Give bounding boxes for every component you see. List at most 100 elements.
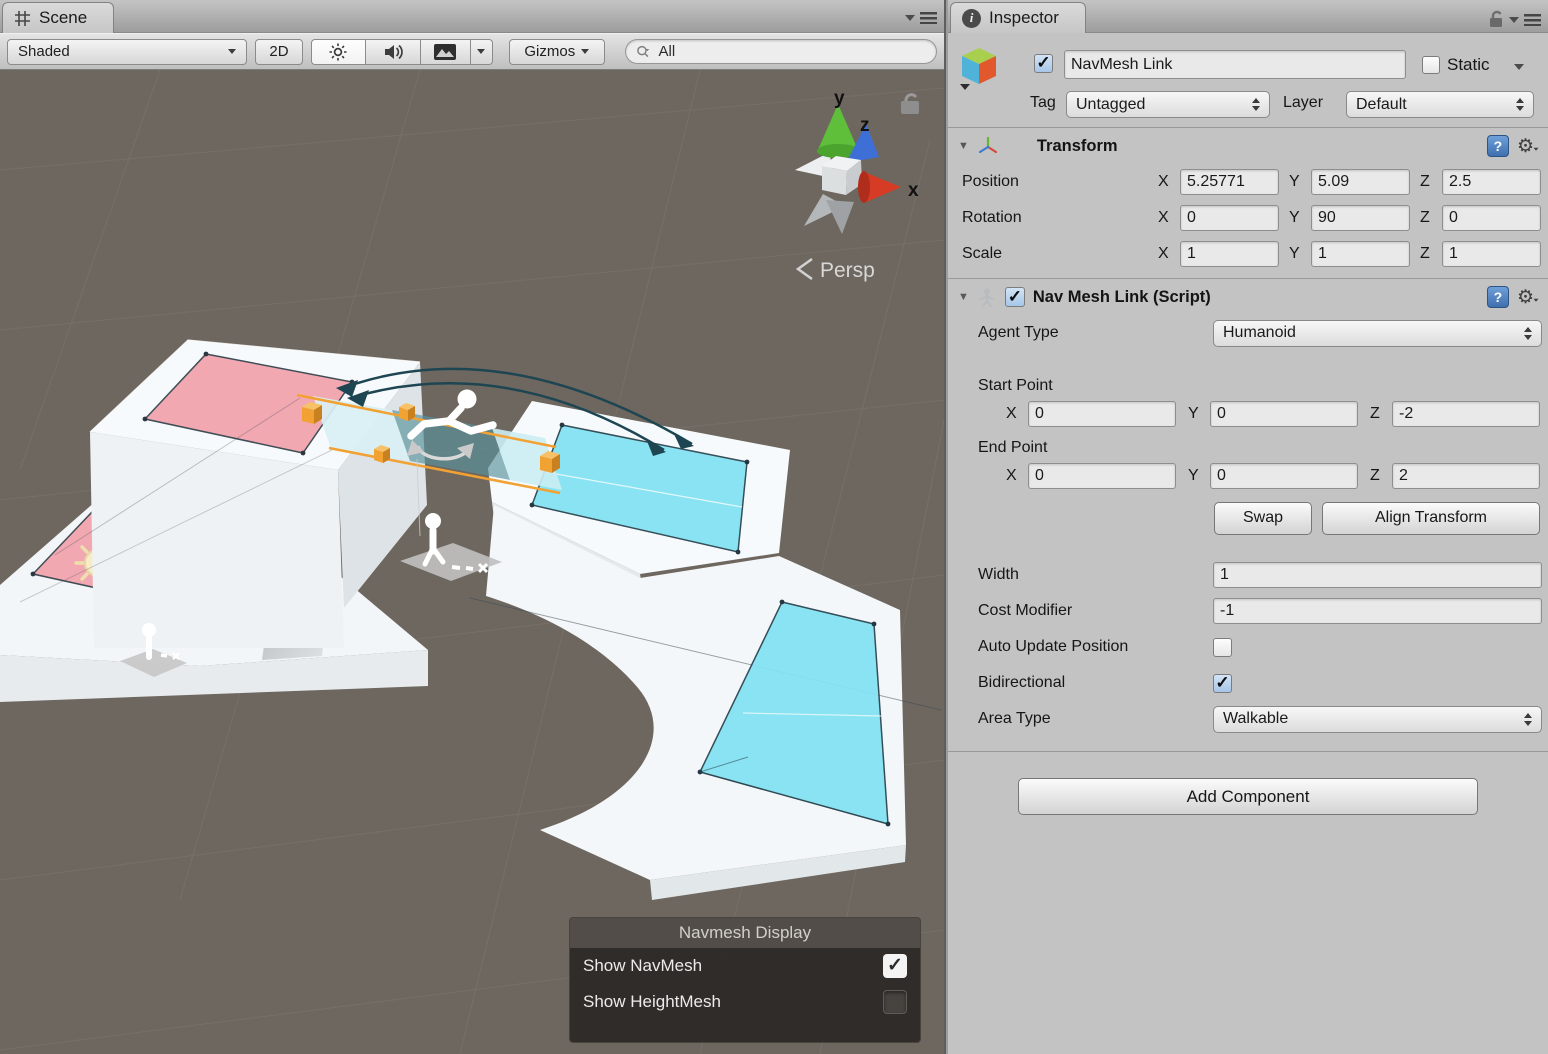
toggle-2d-button[interactable]: 2D xyxy=(255,39,302,65)
effects-toggle-button[interactable] xyxy=(421,39,471,65)
scene-search-field[interactable] xyxy=(625,39,937,64)
bidirectional-checkbox[interactable] xyxy=(1213,674,1232,693)
image-icon xyxy=(433,43,457,61)
end-x-field[interactable] xyxy=(1028,463,1176,489)
speaker-icon xyxy=(382,42,404,62)
scale-z-field[interactable] xyxy=(1442,241,1541,267)
panel-menu-icon[interactable] xyxy=(920,12,937,24)
tag-value: Untagged xyxy=(1076,96,1145,114)
agent-type-row: Agent Type Humanoid xyxy=(948,315,1548,351)
foldout-icon[interactable]: ▼ xyxy=(958,291,969,303)
persp-label[interactable]: Persp xyxy=(820,259,875,282)
axis-y-label: Y xyxy=(1289,245,1311,263)
gizmos-dropdown[interactable]: Gizmos xyxy=(509,39,605,65)
gameobject-enabled-checkbox[interactable] xyxy=(1034,54,1053,73)
agent-type-dropdown[interactable]: Humanoid xyxy=(1213,320,1542,347)
start-point-row: X Y Z xyxy=(948,397,1548,431)
lighting-toggle-button[interactable] xyxy=(311,39,366,65)
inspector-panel: i Inspector Static xyxy=(948,0,1548,1054)
layer-dropdown[interactable]: Default xyxy=(1346,91,1534,118)
search-icon xyxy=(636,44,652,60)
scale-row: Scale X Y Z xyxy=(948,236,1548,272)
show-heightmesh-checkbox[interactable] xyxy=(883,990,907,1014)
axis-y-label: Y xyxy=(1289,173,1311,191)
align-transform-button[interactable]: Align Transform xyxy=(1322,502,1540,535)
help-icon[interactable]: ? xyxy=(1487,135,1509,157)
auto-update-checkbox[interactable] xyxy=(1213,638,1232,657)
position-y-field[interactable] xyxy=(1311,169,1410,195)
updown-arrows-icon xyxy=(1252,98,1260,111)
scene-view-toggles xyxy=(311,39,493,65)
scene-panel: Scene Shaded 2D xyxy=(0,0,946,1054)
gear-icon[interactable]: ⚙ xyxy=(1517,137,1540,156)
width-field[interactable] xyxy=(1213,562,1542,588)
foldout-icon[interactable]: ▼ xyxy=(958,140,969,152)
axis-y-label: Y xyxy=(1289,209,1311,227)
end-y-field[interactable] xyxy=(1210,463,1358,489)
shading-mode-dropdown[interactable]: Shaded xyxy=(7,39,247,65)
info-icon: i xyxy=(962,9,981,28)
axis-x-label[interactable]: x xyxy=(908,180,919,201)
scene-tab-label: Scene xyxy=(39,8,87,28)
transform-header[interactable]: ▼ Transform ? ⚙ xyxy=(948,128,1548,164)
start-z-field[interactable] xyxy=(1392,401,1540,427)
updown-arrows-icon xyxy=(1516,98,1524,111)
rotation-z-field[interactable] xyxy=(1442,205,1541,231)
rotation-row: Rotation X Y Z xyxy=(948,200,1548,236)
start-x-field[interactable] xyxy=(1028,401,1176,427)
axis-x-label: X xyxy=(1006,467,1028,485)
scale-x-field[interactable] xyxy=(1180,241,1279,267)
help-icon[interactable]: ? xyxy=(1487,286,1509,308)
panel-dropdown-icon[interactable] xyxy=(1509,17,1519,28)
show-navmesh-label: Show NavMesh xyxy=(583,956,702,976)
tab-inspector[interactable]: i Inspector xyxy=(950,2,1086,33)
component-enabled-checkbox[interactable] xyxy=(1005,287,1025,307)
position-label: Position xyxy=(962,173,1158,191)
gizmos-label: Gizmos xyxy=(524,43,575,60)
area-type-value: Walkable xyxy=(1223,710,1288,728)
navmeshlink-component: ▼ Nav Mesh Link (Script) ? ⚙ Agent Type … xyxy=(948,279,1548,752)
search-input[interactable] xyxy=(656,42,926,61)
static-dropdown-icon[interactable] xyxy=(1514,64,1524,75)
gameobject-cube-icon[interactable] xyxy=(956,44,1002,92)
area-type-dropdown[interactable]: Walkable xyxy=(1213,706,1542,733)
start-y-field[interactable] xyxy=(1210,401,1358,427)
static-checkbox[interactable] xyxy=(1422,56,1440,74)
add-component-button[interactable]: Add Component xyxy=(1018,778,1478,815)
cost-modifier-field[interactable] xyxy=(1213,598,1542,624)
axis-x-label: X xyxy=(1006,405,1028,423)
navmeshlink-header[interactable]: ▼ Nav Mesh Link (Script) ? ⚙ xyxy=(948,279,1548,315)
panel-dropdown-icon[interactable] xyxy=(905,15,915,26)
position-x-field[interactable] xyxy=(1180,169,1279,195)
rotation-x-field[interactable] xyxy=(1180,205,1279,231)
scene-viewport[interactable]: y z x Persp Navmesh Display Show N xyxy=(0,70,944,1054)
auto-update-label: Auto Update Position xyxy=(978,638,1213,656)
position-z-field[interactable] xyxy=(1442,169,1541,195)
axis-y-label[interactable]: y xyxy=(834,88,845,109)
gear-icon[interactable]: ⚙ xyxy=(1517,288,1540,307)
navmeshlink-title: Nav Mesh Link (Script) xyxy=(1033,288,1211,307)
end-z-field[interactable] xyxy=(1392,463,1540,489)
updown-arrows-icon xyxy=(1524,327,1532,340)
swap-button[interactable]: Swap xyxy=(1214,502,1312,535)
scene-panel-menu[interactable] xyxy=(905,10,937,26)
transform-component: ▼ Transform ? ⚙ Position X xyxy=(948,128,1548,279)
tab-scene[interactable]: Scene xyxy=(2,2,114,33)
lock-icon[interactable] xyxy=(1488,10,1504,29)
show-navmesh-checkbox[interactable] xyxy=(883,954,907,978)
inspector-panel-menu[interactable] xyxy=(1488,10,1541,29)
scene-3d-view: y z x Persp xyxy=(0,70,944,1054)
script-person-icon xyxy=(977,287,997,307)
tag-dropdown[interactable]: Untagged xyxy=(1066,91,1270,118)
inspector-tab-label: Inspector xyxy=(989,8,1059,28)
axis-z-label[interactable]: z xyxy=(860,115,870,136)
effects-dropdown-button[interactable] xyxy=(471,39,493,65)
scale-y-field[interactable] xyxy=(1311,241,1410,267)
show-navmesh-row: Show NavMesh xyxy=(570,948,920,984)
scene-toolbar: Shaded 2D xyxy=(0,33,944,70)
gameobject-name-field[interactable] xyxy=(1064,50,1406,79)
audio-toggle-button[interactable] xyxy=(366,39,421,65)
updown-arrows-icon xyxy=(1524,713,1532,726)
panel-menu-icon[interactable] xyxy=(1524,14,1541,26)
rotation-y-field[interactable] xyxy=(1311,205,1410,231)
